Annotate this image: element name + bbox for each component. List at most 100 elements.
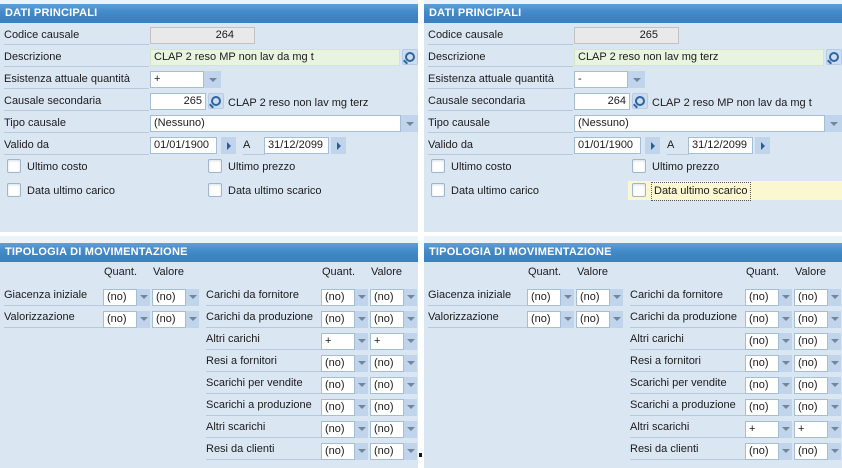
dropdown-arrow-button[interactable] [779,398,792,416]
dropdown-arrow-button[interactable] [355,398,368,416]
quantity-sign-select[interactable]: (no) [321,442,355,460]
dropdown-arrow-button[interactable] [186,310,199,328]
valido-a-spin-button[interactable] [331,137,346,154]
quantity-sign-select[interactable]: (no) [745,376,779,394]
dropdown-arrow-button[interactable] [828,398,841,416]
tipo-causale-dropdown-button[interactable] [401,115,418,132]
esistenza-dropdown-button[interactable] [628,71,645,88]
dropdown-arrow-button[interactable] [610,288,623,306]
quantity-sign-select[interactable]: (no) [745,398,779,416]
quantity-sign-select[interactable]: (no) [745,442,779,460]
descrizione-search-button[interactable] [402,49,418,65]
dropdown-arrow-button[interactable] [137,310,150,328]
value-sign-select[interactable]: (no) [794,376,828,394]
causale-secondaria-search-button[interactable] [208,93,224,109]
dropdown-arrow-button[interactable] [779,332,792,350]
quantity-sign-select[interactable]: (no) [321,354,355,372]
esistenza-select[interactable]: - [574,71,628,88]
dropdown-arrow-button[interactable] [828,442,841,460]
quantity-sign-select[interactable]: (no) [321,310,355,328]
value-sign-select[interactable]: (no) [794,310,828,328]
dropdown-arrow-button[interactable] [779,288,792,306]
data-ultimo-carico-checkbox[interactable] [7,183,21,197]
ultimo-prezzo-checkbox[interactable] [208,159,222,173]
quantity-sign-select[interactable]: (no) [103,310,137,328]
causale-secondaria-field[interactable]: 265 [150,93,206,110]
dropdown-arrow-button[interactable] [779,442,792,460]
value-sign-select[interactable]: (no) [794,288,828,306]
valido-a-date-field[interactable]: 31/12/2099 [688,137,753,154]
value-sign-select[interactable]: (no) [576,288,610,306]
dropdown-arrow-button[interactable] [828,310,841,328]
dropdown-arrow-button[interactable] [404,332,417,350]
dropdown-arrow-button[interactable] [355,420,368,438]
causale-secondaria-search-button[interactable] [632,93,648,109]
value-sign-select[interactable]: (no) [794,442,828,460]
quantity-sign-select[interactable]: + [321,332,355,350]
valido-da-date-field[interactable]: 01/01/1900 [150,137,217,154]
quantity-sign-select[interactable]: (no) [321,376,355,394]
dropdown-arrow-button[interactable] [355,442,368,460]
ultimo-costo-checkbox[interactable] [7,159,21,173]
value-sign-select[interactable]: (no) [370,288,404,306]
dropdown-arrow-button[interactable] [779,376,792,394]
descrizione-search-button[interactable] [826,49,842,65]
quantity-sign-select[interactable]: + [745,420,779,438]
dropdown-arrow-button[interactable] [355,288,368,306]
dropdown-arrow-button[interactable] [828,376,841,394]
data-ultimo-carico-checkbox[interactable] [431,183,445,197]
value-sign-select[interactable]: (no) [370,376,404,394]
descrizione-field[interactable]: CLAP 2 reso MP non lav da mg t [150,49,400,66]
ultimo-prezzo-checkbox[interactable] [632,159,646,173]
value-sign-select[interactable]: (no) [370,442,404,460]
value-sign-select[interactable]: (no) [370,420,404,438]
valido-da-date-field[interactable]: 01/01/1900 [574,137,641,154]
dropdown-arrow-button[interactable] [186,288,199,306]
dropdown-arrow-button[interactable] [137,288,150,306]
quantity-sign-select[interactable]: (no) [527,310,561,328]
quantity-sign-select[interactable]: (no) [745,310,779,328]
dropdown-arrow-button[interactable] [355,376,368,394]
value-sign-select[interactable]: (no) [370,310,404,328]
dropdown-arrow-button[interactable] [355,310,368,328]
dropdown-arrow-button[interactable] [828,332,841,350]
dropdown-arrow-button[interactable] [779,354,792,372]
dropdown-arrow-button[interactable] [404,442,417,460]
esistenza-select[interactable]: + [150,71,204,88]
dropdown-arrow-button[interactable] [561,310,574,328]
dropdown-arrow-button[interactable] [828,420,841,438]
valido-a-spin-button[interactable] [755,137,770,154]
data-ultimo-scarico-checkbox[interactable] [632,183,646,197]
ultimo-costo-checkbox[interactable] [431,159,445,173]
value-sign-select[interactable]: (no) [370,354,404,372]
causale-secondaria-field[interactable]: 264 [574,93,630,110]
quantity-sign-select[interactable]: (no) [321,288,355,306]
value-sign-select[interactable]: + [794,420,828,438]
dropdown-arrow-button[interactable] [561,288,574,306]
data-ultimo-scarico-checkbox[interactable] [208,183,222,197]
value-sign-select[interactable]: (no) [794,354,828,372]
dropdown-arrow-button[interactable] [828,354,841,372]
value-sign-select[interactable]: (no) [576,310,610,328]
quantity-sign-select[interactable]: (no) [321,398,355,416]
dropdown-arrow-button[interactable] [610,310,623,328]
tipo-causale-select[interactable]: (Nessuno) [574,115,825,132]
value-sign-select[interactable]: (no) [152,310,186,328]
dropdown-arrow-button[interactable] [404,288,417,306]
esistenza-dropdown-button[interactable] [204,71,221,88]
quantity-sign-select[interactable]: (no) [745,354,779,372]
quantity-sign-select[interactable]: (no) [321,420,355,438]
value-sign-select[interactable]: (no) [794,398,828,416]
quantity-sign-select[interactable]: (no) [527,288,561,306]
valido-da-spin-button[interactable] [645,137,660,154]
dropdown-arrow-button[interactable] [404,398,417,416]
dropdown-arrow-button[interactable] [404,310,417,328]
dropdown-arrow-button[interactable] [355,354,368,372]
descrizione-field[interactable]: CLAP 2 reso non lav mg terz [574,49,824,66]
tipo-causale-dropdown-button[interactable] [825,115,842,132]
value-sign-select[interactable]: (no) [794,332,828,350]
dropdown-arrow-button[interactable] [828,288,841,306]
dropdown-arrow-button[interactable] [779,310,792,328]
value-sign-select[interactable]: + [370,332,404,350]
dropdown-arrow-button[interactable] [355,332,368,350]
